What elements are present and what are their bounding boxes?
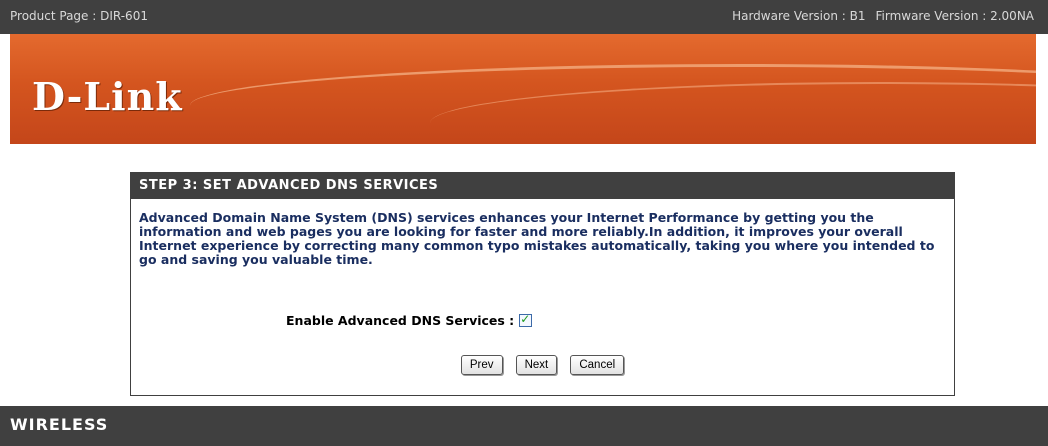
firmware-version: Firmware Version : 2.00NA xyxy=(875,9,1034,23)
dns-services-label: Enable Advanced DNS Services : xyxy=(286,313,515,328)
wizard-description: Advanced Domain Name System (DNS) servic… xyxy=(139,210,935,267)
wizard-step-title: STEP 3: SET ADVANCED DNS SERVICES xyxy=(131,173,954,199)
dlink-logo: D-Link xyxy=(32,74,183,119)
dns-services-row: Enable Advanced DNS Services : ✓ xyxy=(286,312,533,328)
prev-button[interactable]: Prev xyxy=(460,355,503,375)
checkmark-icon: ✓ xyxy=(520,312,531,326)
dlink-banner: D-Link xyxy=(10,34,1036,144)
hardware-version: Hardware Version : B1 xyxy=(732,9,866,23)
wizard-buttons: Prev Next Cancel xyxy=(131,353,954,375)
footer-bar: WIRELESS xyxy=(0,406,1048,446)
dns-wizard-panel: STEP 3: SET ADVANCED DNS SERVICES Advanc… xyxy=(130,172,955,396)
cancel-button[interactable]: Cancel xyxy=(570,355,625,375)
version-info: Hardware Version : B1 Firmware Version : … xyxy=(732,9,1034,23)
wireless-label: WIRELESS xyxy=(10,415,109,434)
enable-dns-checkbox[interactable]: ✓ xyxy=(519,312,533,327)
product-page-label: Product Page : DIR-601 xyxy=(10,9,148,23)
top-info-bar: Product Page : DIR-601 Hardware Version … xyxy=(0,0,1048,34)
next-button[interactable]: Next xyxy=(515,355,558,375)
